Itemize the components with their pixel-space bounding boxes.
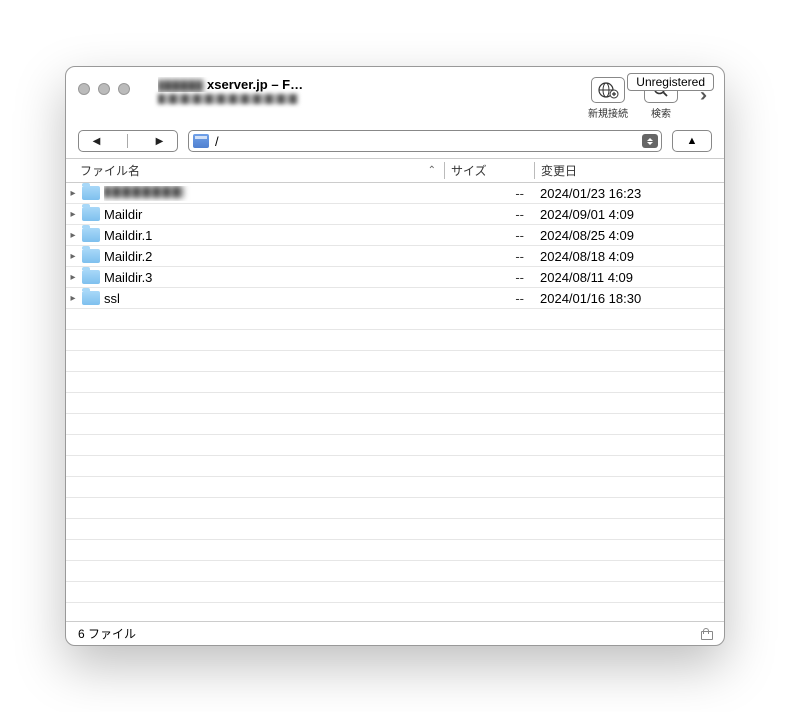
file-name: [104, 186, 444, 201]
path-input[interactable]: /: [188, 130, 662, 152]
file-size: --: [444, 186, 534, 201]
empty-row: [66, 372, 724, 393]
column-header-name[interactable]: ファイル名 ⌃: [66, 162, 444, 179]
window-title: xserver.jp – F…: [158, 77, 576, 92]
lock-icon: [700, 628, 712, 640]
go-up-button[interactable]: ▲: [672, 130, 712, 152]
file-name: Maildir.3: [104, 270, 444, 285]
folder-icon: [82, 291, 100, 305]
file-size: --: [444, 291, 534, 306]
file-name: Maildir.1: [104, 228, 444, 243]
title-suffix: xserver.jp – F…: [207, 77, 303, 92]
file-name: Maildir: [104, 207, 444, 222]
empty-row: [66, 393, 724, 414]
empty-row: [66, 414, 724, 435]
file-name: Maildir.2: [104, 249, 444, 264]
unregistered-badge: Unregistered: [627, 73, 714, 91]
title-redacted-prefix: [158, 80, 203, 92]
empty-row: [66, 456, 724, 477]
search-label: 検索: [651, 105, 671, 120]
path-dropdown-button[interactable]: [642, 134, 658, 148]
new-connection-label: 新規接続: [588, 105, 628, 120]
empty-row: [66, 351, 724, 372]
status-bar: 6 ファイル: [66, 621, 724, 645]
empty-row: [66, 540, 724, 561]
empty-row: [66, 477, 724, 498]
new-connection-button[interactable]: 新規接続: [584, 77, 632, 120]
empty-row: [66, 561, 724, 582]
globe-plus-icon: [591, 77, 625, 103]
disclosure-triangle-icon[interactable]: ▸: [66, 293, 80, 304]
file-modified: 2024/01/16 18:30: [534, 291, 724, 306]
zoom-window-button[interactable]: [118, 83, 130, 95]
file-size: --: [444, 207, 534, 222]
file-list[interactable]: ▸--2024/01/23 16:23▸Maildir--2024/09/01 …: [66, 183, 724, 621]
nav-divider: [127, 134, 128, 148]
sort-caret-icon: ⌃: [428, 165, 436, 176]
disclosure-triangle-icon[interactable]: ▸: [66, 188, 80, 199]
column-headers: ファイル名 ⌃ サイズ 変更日: [66, 158, 724, 183]
file-size: --: [444, 228, 534, 243]
folder-icon: [82, 207, 100, 221]
file-row[interactable]: ▸ ssl--2024/01/16 18:30: [66, 288, 724, 309]
file-count-label: 6 ファイル: [78, 625, 136, 642]
empty-row: [66, 309, 724, 330]
path-text: /: [215, 134, 219, 149]
back-button[interactable]: ◀: [93, 136, 101, 147]
empty-row: [66, 582, 724, 603]
minimize-window-button[interactable]: [98, 83, 110, 95]
folder-icon: [82, 270, 100, 284]
file-row[interactable]: ▸ Maildir.2--2024/08/18 4:09: [66, 246, 724, 267]
disk-icon: [193, 134, 209, 148]
titlebar: xserver.jp – F… 新規接続 検索 ›› Unregistered: [66, 67, 724, 126]
empty-row: [66, 498, 724, 519]
file-size: --: [444, 270, 534, 285]
column-header-modified[interactable]: 変更日: [534, 162, 724, 179]
title-block: xserver.jp – F…: [158, 77, 576, 107]
history-nav: ◀ ▶: [78, 130, 178, 152]
folder-icon: [82, 186, 100, 200]
disclosure-triangle-icon[interactable]: ▸: [66, 230, 80, 241]
empty-row: [66, 435, 724, 456]
folder-icon: [82, 249, 100, 263]
folder-icon: [82, 228, 100, 242]
empty-row: [66, 519, 724, 540]
disclosure-triangle-icon[interactable]: ▸: [66, 209, 80, 220]
column-header-size[interactable]: サイズ: [444, 162, 534, 179]
disclosure-triangle-icon[interactable]: ▸: [66, 251, 80, 262]
file-row[interactable]: ▸ --2024/01/23 16:23: [66, 183, 724, 204]
file-modified: 2024/01/23 16:23: [534, 186, 724, 201]
file-row[interactable]: ▸ Maildir--2024/09/01 4:09: [66, 204, 724, 225]
file-modified: 2024/09/01 4:09: [534, 207, 724, 222]
ftp-window: xserver.jp – F… 新規接続 検索 ›› Unregistered …: [65, 66, 725, 646]
file-row[interactable]: ▸ Maildir.3--2024/08/11 4:09: [66, 267, 724, 288]
close-window-button[interactable]: [78, 83, 90, 95]
file-name: ssl: [104, 291, 444, 306]
file-row[interactable]: ▸ Maildir.1--2024/08/25 4:09: [66, 225, 724, 246]
disclosure-triangle-icon[interactable]: ▸: [66, 272, 80, 283]
navigation-bar: ◀ ▶ / ▲: [66, 126, 724, 158]
file-modified: 2024/08/18 4:09: [534, 249, 724, 264]
window-subtitle-redacted: [158, 94, 576, 107]
file-size: --: [444, 249, 534, 264]
file-modified: 2024/08/25 4:09: [534, 228, 724, 243]
empty-row: [66, 330, 724, 351]
file-modified: 2024/08/11 4:09: [534, 270, 724, 285]
window-controls: [78, 83, 130, 95]
empty-row: [66, 603, 724, 621]
column-header-name-label: ファイル名: [80, 162, 140, 179]
forward-button[interactable]: ▶: [156, 136, 164, 147]
